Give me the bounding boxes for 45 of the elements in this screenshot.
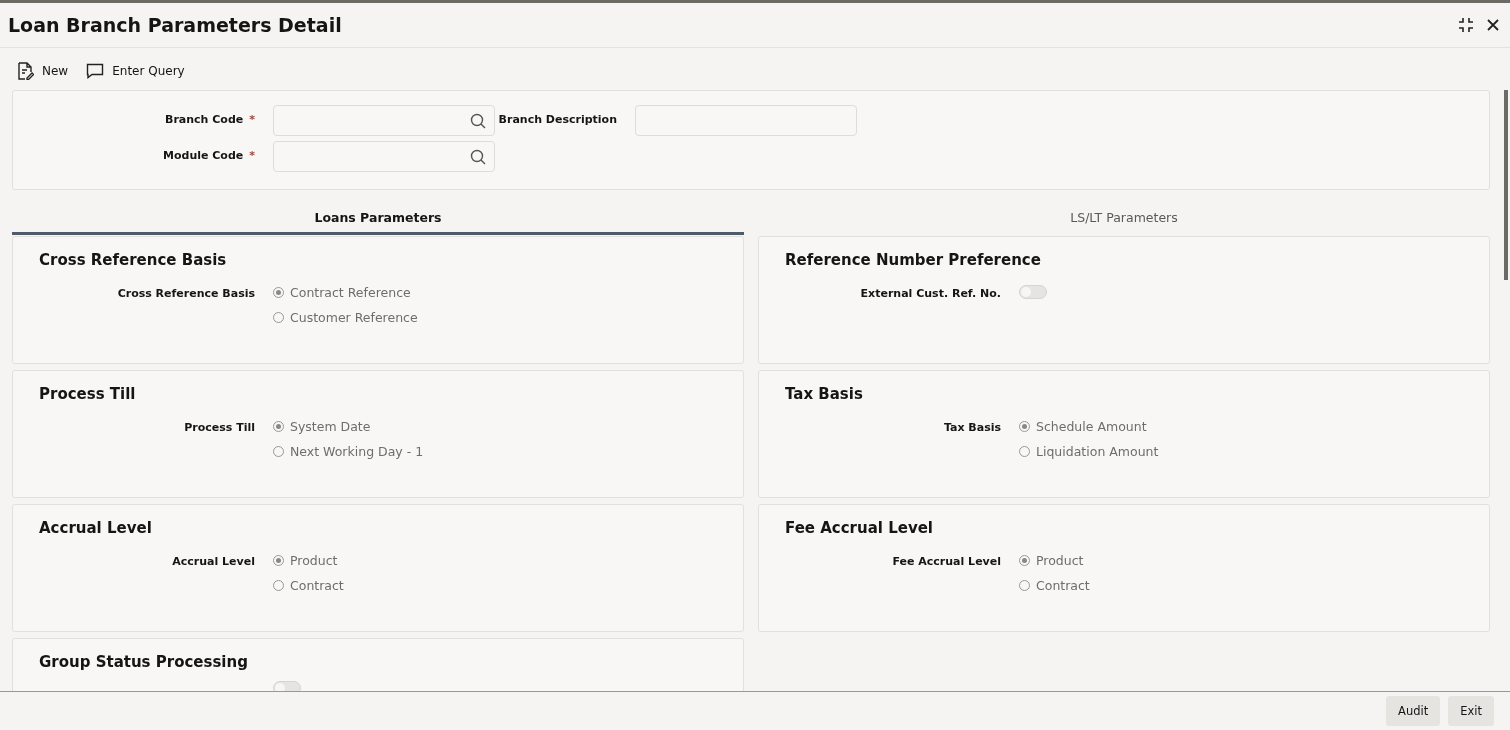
field-label: Fee Accrual Level: [891, 554, 1001, 568]
radio-option[interactable]: Product: [273, 553, 717, 568]
field-label: Branch Code: [165, 113, 244, 126]
section-title: Accrual Level: [39, 519, 153, 537]
radio-option[interactable]: System Date: [273, 419, 717, 434]
scrollbar[interactable]: [1504, 90, 1508, 280]
footer-button[interactable]: Exit: [1448, 696, 1494, 726]
toggle-switch[interactable]: [273, 681, 301, 691]
toolbar-button[interactable]: New: [16, 62, 69, 80]
section-title: Cross Reference Basis: [39, 251, 228, 269]
speech-bubble-icon: [86, 63, 105, 79]
section-title: Tax Basis: [785, 385, 864, 403]
radio-option[interactable]: Contract: [273, 578, 717, 593]
radio-option[interactable]: Contract: [1019, 578, 1463, 593]
radio-option[interactable]: Contract Reference: [273, 285, 717, 300]
radio-option[interactable]: Product: [1019, 553, 1463, 568]
section-title: Process Till: [39, 385, 137, 403]
field-label: External Cust. Ref. No.: [859, 286, 1001, 300]
lookup-field[interactable]: [273, 141, 495, 172]
field-label: Branch Description: [498, 113, 617, 126]
window-title: Loan Branch Parameters Detail: [8, 14, 342, 36]
close-icon[interactable]: [1486, 18, 1500, 32]
radio-option[interactable]: Schedule Amount: [1019, 419, 1463, 434]
search-icon: [470, 148, 486, 165]
field-label: Accrual Level: [171, 554, 255, 568]
section-title: Group Status Processing: [39, 653, 249, 671]
field-label: Module Code: [163, 149, 244, 162]
radio-option[interactable]: Customer Reference: [273, 310, 717, 325]
tab[interactable]: LS/LT Parameters: [758, 206, 1490, 235]
field-label: Process Till: [183, 420, 255, 434]
toggle-switch[interactable]: [1019, 285, 1047, 299]
radio-option[interactable]: Liquidation Amount: [1019, 444, 1463, 459]
field-label: Cross Reference Basis: [116, 286, 255, 300]
required-mark: *: [249, 113, 255, 126]
footer-button[interactable]: Audit: [1386, 696, 1441, 726]
required-mark: *: [249, 149, 255, 162]
search-icon: [470, 112, 486, 129]
field-label: Tax Basis: [942, 420, 1001, 434]
section-title: Fee Accrual Level: [785, 519, 934, 537]
radio-option[interactable]: Next Working Day - 1: [273, 444, 717, 459]
lookup-field[interactable]: [273, 105, 495, 136]
toolbar-button[interactable]: Enter Query: [86, 63, 185, 79]
section-title: Reference Number Preference: [785, 251, 1042, 269]
input-field[interactable]: [635, 105, 857, 136]
new-document-icon: [16, 62, 34, 80]
